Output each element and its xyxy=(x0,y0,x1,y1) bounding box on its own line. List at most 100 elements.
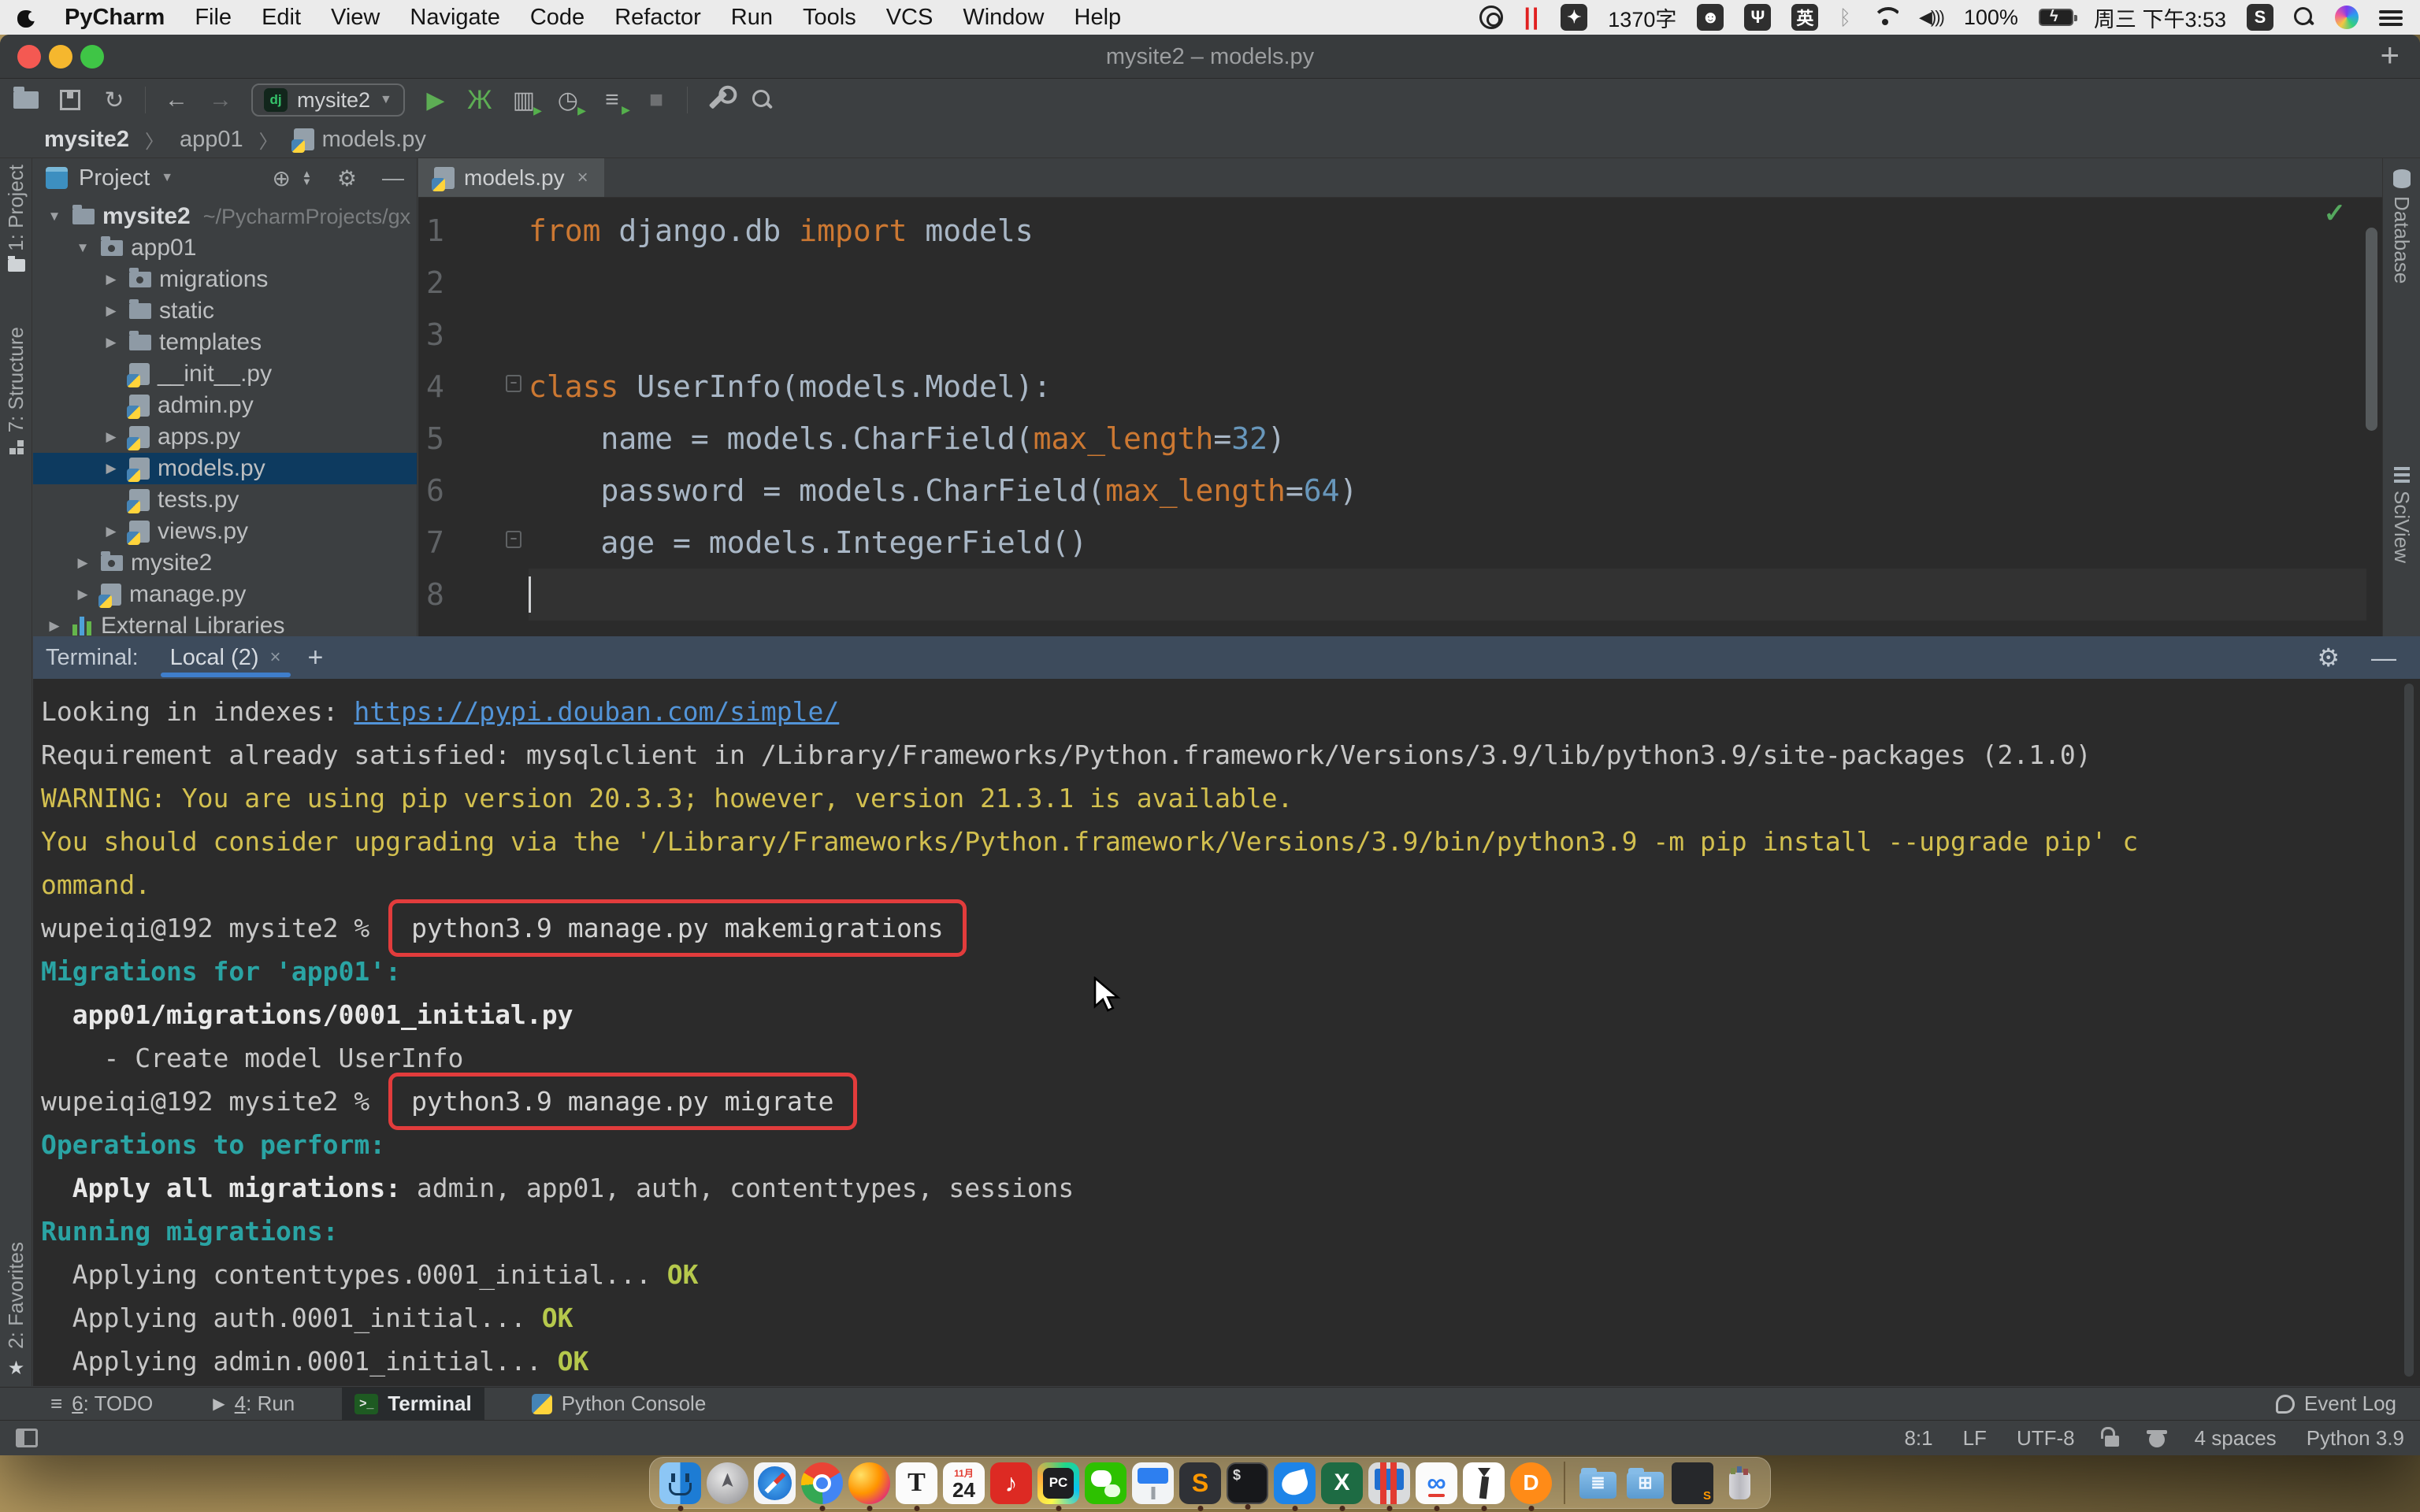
dock-icon-firefox[interactable] xyxy=(848,1462,890,1504)
battery-percent[interactable]: 100% xyxy=(1964,6,2018,30)
gear-icon[interactable]: ⚙ xyxy=(2317,643,2340,673)
event-log-button[interactable]: Event Log xyxy=(2276,1392,2396,1416)
tree-expand-icon[interactable]: ▶ xyxy=(101,524,121,539)
dock-icon-typora[interactable]: T xyxy=(896,1462,937,1504)
menu-item-navigate[interactable]: Navigate xyxy=(410,5,499,31)
tab-models-py[interactable]: models.py × xyxy=(418,158,604,197)
tree-item-tests-py[interactable]: tests.py xyxy=(33,484,417,516)
tree-item-templates[interactable]: ▶templates xyxy=(33,327,417,358)
indent-setting[interactable]: 4 spaces xyxy=(2195,1426,2277,1451)
tree-item-__init__-py[interactable]: __init__.py xyxy=(33,358,417,390)
terminal-link[interactable]: https://pypi.douban.com/simple/ xyxy=(354,696,839,727)
tree-item-migrations[interactable]: ▶migrations xyxy=(33,264,417,295)
input-method-badge[interactable]: 英 xyxy=(1791,4,1818,31)
tree-item-app01[interactable]: ▼app01 xyxy=(33,232,417,264)
code-line-2[interactable] xyxy=(529,257,2366,309)
highlighting-level-icon[interactable] xyxy=(2149,1432,2165,1447)
tree-item-mysite2[interactable]: ▶mysite2 xyxy=(33,547,417,579)
tree-expand-icon[interactable]: ▶ xyxy=(72,587,93,602)
sidebar-item-sciview[interactable]: SciView xyxy=(2385,467,2418,563)
tree-expand-icon[interactable]: ▶ xyxy=(101,429,121,445)
dock-icon-pycharm[interactable]: PC xyxy=(1037,1462,1079,1504)
menu-item-refactor[interactable]: Refactor xyxy=(614,5,701,31)
debug-button[interactable]: Ж xyxy=(466,85,493,116)
toolwindow-tab-run[interactable]: ▶4: Run xyxy=(200,1388,307,1421)
code-line-6[interactable]: password = models.CharField(max_length=6… xyxy=(529,465,2366,517)
editor-code[interactable]: from django.db import models class UserIn… xyxy=(529,205,2366,621)
collapse-all-icon[interactable]: ▲▼ xyxy=(302,170,312,186)
siri-icon[interactable] xyxy=(2335,6,2359,29)
netdisk-rings-icon[interactable] xyxy=(1479,6,1503,29)
tree-item-admin-py[interactable]: admin.py xyxy=(33,390,417,421)
tree-item-static[interactable]: ▶static xyxy=(33,295,417,327)
word-count[interactable]: 1370字 xyxy=(1608,2,1676,33)
sidebar-item-structure[interactable]: 7: Structure xyxy=(0,327,32,454)
dock-icon-wechat[interactable] xyxy=(1085,1462,1126,1504)
dock-icon-dingtalk[interactable] xyxy=(1274,1462,1316,1504)
tree-expand-icon[interactable]: ▶ xyxy=(101,303,121,319)
dock-icon-tv-app[interactable]: D xyxy=(1510,1462,1552,1504)
dingtalk-menu-icon[interactable]: ✦ xyxy=(1561,4,1587,31)
stop-button[interactable]: ■ xyxy=(643,87,670,113)
file-encoding[interactable]: UTF-8 xyxy=(2017,1426,2075,1451)
search-everywhere-icon[interactable] xyxy=(749,90,776,110)
dock-icon-tie-app[interactable] xyxy=(1463,1462,1505,1504)
mic-input-icon[interactable]: Ψ xyxy=(1744,4,1771,31)
dock-icon-finder[interactable] xyxy=(659,1462,701,1504)
line-separator[interactable]: LF xyxy=(1963,1426,1987,1451)
concurrency-button[interactable]: ≡ xyxy=(599,87,625,113)
dock-icon-netease-music[interactable]: ♪ xyxy=(990,1462,1032,1504)
tree-item-models-py[interactable]: ▶models.py xyxy=(33,453,417,484)
save-all-icon[interactable] xyxy=(57,90,84,110)
fold-marker-icon[interactable]: − xyxy=(506,375,521,392)
spotlight-icon[interactable] xyxy=(2294,7,2314,28)
new-terminal-session-button[interactable]: + xyxy=(308,643,324,673)
menu-app-name[interactable]: PyCharm xyxy=(65,5,165,31)
dock-icon-excel[interactable]: X xyxy=(1321,1462,1363,1504)
editor-scrollbar[interactable] xyxy=(2366,228,2377,431)
toolwindow-tab-terminal[interactable]: >_Terminal xyxy=(342,1388,484,1421)
dock-icon-folder-windows[interactable]: ⊞ xyxy=(1624,1462,1666,1504)
tree-expand-icon[interactable]: ▼ xyxy=(72,240,93,256)
sidebar-item-project[interactable]: 1: Project xyxy=(0,165,32,272)
python-interpreter[interactable]: Python 3.9 xyxy=(2307,1426,2404,1451)
battery-icon[interactable] xyxy=(2039,9,2073,26)
code-line-4[interactable]: class UserInfo(models.Model): xyxy=(529,361,2366,413)
hide-panel-icon[interactable]: — xyxy=(382,165,404,191)
breadcrumb-item-models-py[interactable]: models.py xyxy=(294,127,426,153)
code-line-7[interactable]: age = models.IntegerField() xyxy=(529,517,2366,569)
tree-item-mysite2[interactable]: ▼mysite2 ~/PycharmProjects/gx xyxy=(33,201,417,232)
emoji-input-icon[interactable]: ☻ xyxy=(1697,4,1724,31)
dock-icon-calendar[interactable]: 11月24 xyxy=(943,1462,985,1504)
terminal-console[interactable]: Looking in indexes: https://pypi.douban.… xyxy=(33,679,2420,1386)
tree-expand-icon[interactable]: ▶ xyxy=(44,618,65,634)
dock-icon-sublime-text[interactable]: S xyxy=(1179,1462,1221,1504)
toggle-toolwindows-icon[interactable] xyxy=(16,1429,38,1447)
code-line-3[interactable] xyxy=(529,309,2366,361)
forward-icon[interactable]: → xyxy=(207,87,234,113)
menu-item-run[interactable]: Run xyxy=(731,5,773,31)
menu-item-help[interactable]: Help xyxy=(1075,5,1122,31)
apple-menu-icon[interactable] xyxy=(17,7,35,28)
tree-item-views-py[interactable]: ▶views.py xyxy=(33,516,417,547)
menu-item-code[interactable]: Code xyxy=(530,5,585,31)
terminal-scrollbar[interactable] xyxy=(2404,684,2414,1377)
gear-icon[interactable]: ⚙ xyxy=(337,165,357,191)
profiler-button[interactable]: ◷ xyxy=(555,87,581,114)
menu-item-vcs[interactable]: VCS xyxy=(886,5,933,31)
dock-icon-cloud-app[interactable]: ∞ xyxy=(1416,1462,1457,1504)
code-line-8[interactable] xyxy=(529,569,2366,621)
code-editor[interactable]: 1234−567−8 from django.db import modelsc… xyxy=(418,198,2382,637)
code-line-5[interactable]: name = models.CharField(max_length=32) xyxy=(529,413,2366,465)
code-line-1[interactable]: from django.db import models xyxy=(529,205,2366,257)
tree-expand-icon[interactable]: ▼ xyxy=(44,209,65,224)
tree-expand-icon[interactable]: ▶ xyxy=(101,335,121,350)
locate-file-icon[interactable]: ⊕ xyxy=(273,165,291,191)
bluetooth-icon[interactable]: ᛒ xyxy=(1839,6,1851,30)
menu-item-edit[interactable]: Edit xyxy=(262,5,301,31)
tab-terminal-local-2[interactable]: Local (2) × xyxy=(165,636,286,679)
lock-icon[interactable] xyxy=(2105,1436,2119,1447)
toolwindow-tab-todo[interactable]: ≡6: TODO xyxy=(38,1388,165,1421)
sync-icon[interactable]: ↻ xyxy=(101,87,128,114)
tree-item-external-libraries[interactable]: ▶External Libraries xyxy=(33,610,417,637)
